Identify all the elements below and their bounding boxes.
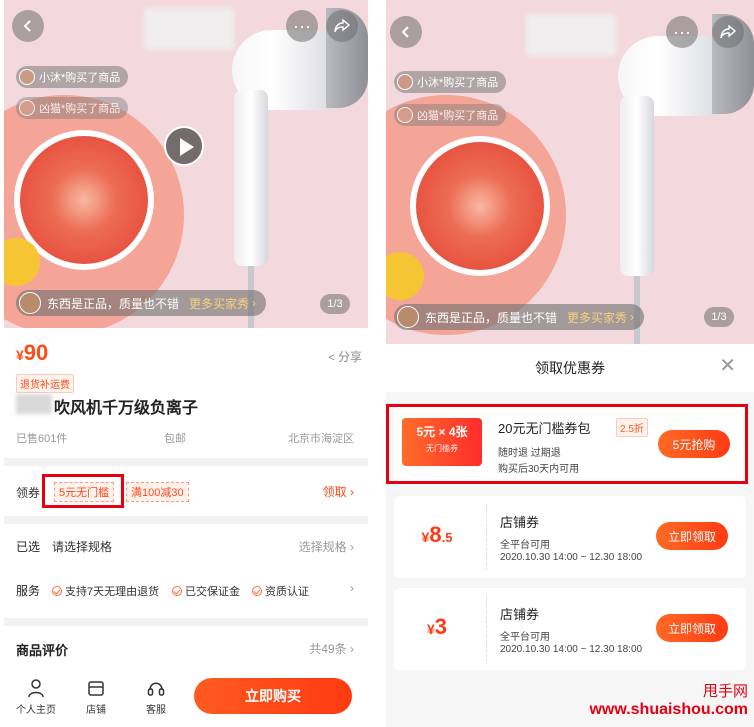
check-icon bbox=[252, 586, 262, 596]
spec-value: 请选择规格 bbox=[52, 540, 113, 554]
review-count[interactable]: 共49条 › bbox=[309, 640, 354, 657]
coupon-amount: ¥3 bbox=[426, 614, 448, 639]
choose-spec-link[interactable]: 选择规格 › bbox=[299, 538, 354, 555]
coupon-amount: ¥8.5 bbox=[421, 522, 453, 547]
avatar bbox=[19, 100, 35, 116]
service-item: 支持7天无理由退货 bbox=[52, 583, 159, 599]
coupon-period: 2020.10.30 14:00 ~ 12.30 18:00 bbox=[500, 644, 643, 655]
person-icon bbox=[28, 679, 44, 698]
avatar bbox=[397, 74, 413, 90]
check-icon bbox=[52, 586, 62, 596]
buyer-notice: 小沐*购买了商品 bbox=[16, 66, 129, 88]
avatar bbox=[19, 69, 35, 85]
product-image[interactable]: ··· 小沐*购买了商品 凶猫*购买了商品 东西是正品，质量也不错 更多买家秀 … bbox=[386, 0, 754, 344]
claim-coupon-link[interactable]: 领取 › bbox=[323, 483, 354, 500]
product-detail-screen: ··· 小沐*购买了商品 凶猫*购买了商品 东西是正品，质量也不错 更多买家秀 … bbox=[4, 0, 368, 727]
more-buyer-shows-link[interactable]: 更多买家秀 bbox=[189, 295, 249, 312]
price: ¥90 bbox=[16, 340, 49, 365]
more-dots-icon: ··· bbox=[293, 16, 311, 36]
image-counter: 1/3 bbox=[704, 307, 734, 327]
avatar bbox=[397, 107, 413, 123]
share-icon: < bbox=[328, 352, 335, 364]
buyer-notice: 小沐*购买了商品 bbox=[394, 71, 507, 93]
blurred-region bbox=[16, 394, 52, 414]
back-arrow-icon bbox=[23, 20, 31, 32]
claim-coupon-button[interactable]: 立即领取 bbox=[656, 614, 728, 642]
shop-icon bbox=[88, 681, 104, 696]
image-counter: 1/3 bbox=[320, 294, 350, 314]
coupon-scope: 全平台可用 bbox=[500, 632, 550, 643]
share-icon bbox=[720, 25, 736, 39]
product-title: 吹风机千万级负离子 bbox=[54, 400, 199, 417]
review-row[interactable]: 商品评价 共49条 › bbox=[4, 626, 368, 668]
more-buyer-shows-link[interactable]: 更多买家秀 bbox=[567, 309, 627, 326]
sheet-header: 领取优惠券 ✕ bbox=[386, 344, 754, 392]
buy-now-button[interactable]: 立即购买 bbox=[194, 678, 352, 714]
sheet-title: 领取优惠券 bbox=[535, 360, 605, 376]
service-item: 已交保证金 bbox=[172, 583, 240, 599]
coupon-period: 2020.10.30 14:00 ~ 12.30 18:00 bbox=[500, 552, 643, 563]
highlight-box bbox=[42, 474, 124, 508]
check-icon bbox=[172, 586, 182, 596]
claim-coupon-button[interactable]: 立即领取 bbox=[656, 522, 728, 550]
blurred-region bbox=[526, 14, 616, 56]
coupon-row[interactable]: 领券 5元无门槛 满100减30 领取 › bbox=[4, 466, 368, 516]
return-shipping-tag: 退货补运费 bbox=[16, 374, 74, 393]
coupon-scope: 全平台可用 bbox=[500, 540, 550, 551]
play-video-button[interactable] bbox=[164, 126, 204, 166]
coupon-card: ¥8.5 店铺券 全平台可用 2020.10.30 14:00 ~ 12.30 … bbox=[394, 496, 746, 578]
coupon-sheet-screen: ··· 小沐*购买了商品 凶猫*购买了商品 东西是正品，质量也不错 更多买家秀 … bbox=[386, 0, 754, 727]
tab-shop[interactable]: 店铺 bbox=[76, 678, 116, 716]
product-info: ¥90 < 分享 退货补运费 吹风机千万级负离子 已售601件 包邮 北京市海淀… bbox=[4, 328, 368, 458]
blurred-region bbox=[144, 8, 234, 50]
watermark: 甩手网 www.shuaishou.com bbox=[589, 683, 748, 718]
back-arrow-icon bbox=[401, 26, 409, 38]
share-button[interactable] bbox=[326, 10, 358, 42]
grapefruit-graphic bbox=[410, 136, 550, 276]
share-button[interactable] bbox=[712, 16, 744, 48]
coupon-title: 店铺券 bbox=[500, 607, 540, 622]
headset-icon bbox=[147, 682, 165, 696]
share-link[interactable]: < 分享 bbox=[328, 348, 362, 365]
avatar bbox=[19, 292, 41, 314]
location: 北京市海淀区 bbox=[288, 433, 354, 445]
review-notice[interactable]: 东西是正品，质量也不错 更多买家秀 › bbox=[394, 304, 645, 330]
chevron-right-icon: › bbox=[350, 581, 354, 595]
sold-count: 已售601件 bbox=[16, 433, 68, 445]
buyer-notice: 凶猫*购买了商品 bbox=[16, 97, 129, 119]
spec-service-card: 已选 请选择规格 选择规格 › 服务 支持7天无理由退货 已交保证金 资质认证 … bbox=[4, 524, 368, 618]
back-button[interactable] bbox=[390, 16, 422, 48]
screenshot-root: ··· 小沐*购买了商品 凶猫*购买了商品 东西是正品，质量也不错 更多买家秀 … bbox=[0, 0, 754, 727]
coupon-row-label: 领券 bbox=[16, 486, 41, 500]
product-image[interactable]: ··· 小沐*购买了商品 凶猫*购买了商品 东西是正品，质量也不错 更多买家秀 … bbox=[4, 0, 368, 328]
coupon-tag[interactable]: 满100减30 bbox=[126, 482, 189, 502]
back-button[interactable] bbox=[12, 10, 44, 42]
buyer-notice: 凶猫*购买了商品 bbox=[394, 104, 507, 126]
bottom-tabbar: 个人主页 店铺 客服 立即购买 bbox=[4, 668, 368, 727]
avatar bbox=[397, 306, 419, 328]
more-button[interactable]: ··· bbox=[286, 10, 318, 42]
service-item: 资质认证 bbox=[252, 583, 309, 599]
shipping-info: 包邮 bbox=[164, 433, 186, 445]
highlight-box bbox=[386, 404, 748, 484]
coupon-title: 店铺券 bbox=[500, 515, 540, 530]
share-icon bbox=[334, 19, 350, 33]
more-dots-icon: ··· bbox=[673, 22, 691, 42]
tab-home[interactable]: 个人主页 bbox=[16, 678, 56, 716]
coupon-sheet: 领取优惠券 ✕ 5元 × 4张 无门槛券 20元无门槛券包 2.5折 随时退 过… bbox=[386, 344, 754, 727]
tab-service[interactable]: 客服 bbox=[136, 678, 176, 716]
review-notice[interactable]: 东西是正品，质量也不错 更多买家秀 › bbox=[16, 290, 267, 316]
coupon-card: ¥3 店铺券 全平台可用 2020.10.30 14:00 ~ 12.30 18… bbox=[394, 588, 746, 670]
close-icon[interactable]: ✕ bbox=[719, 356, 736, 376]
more-button[interactable]: ··· bbox=[666, 16, 698, 48]
